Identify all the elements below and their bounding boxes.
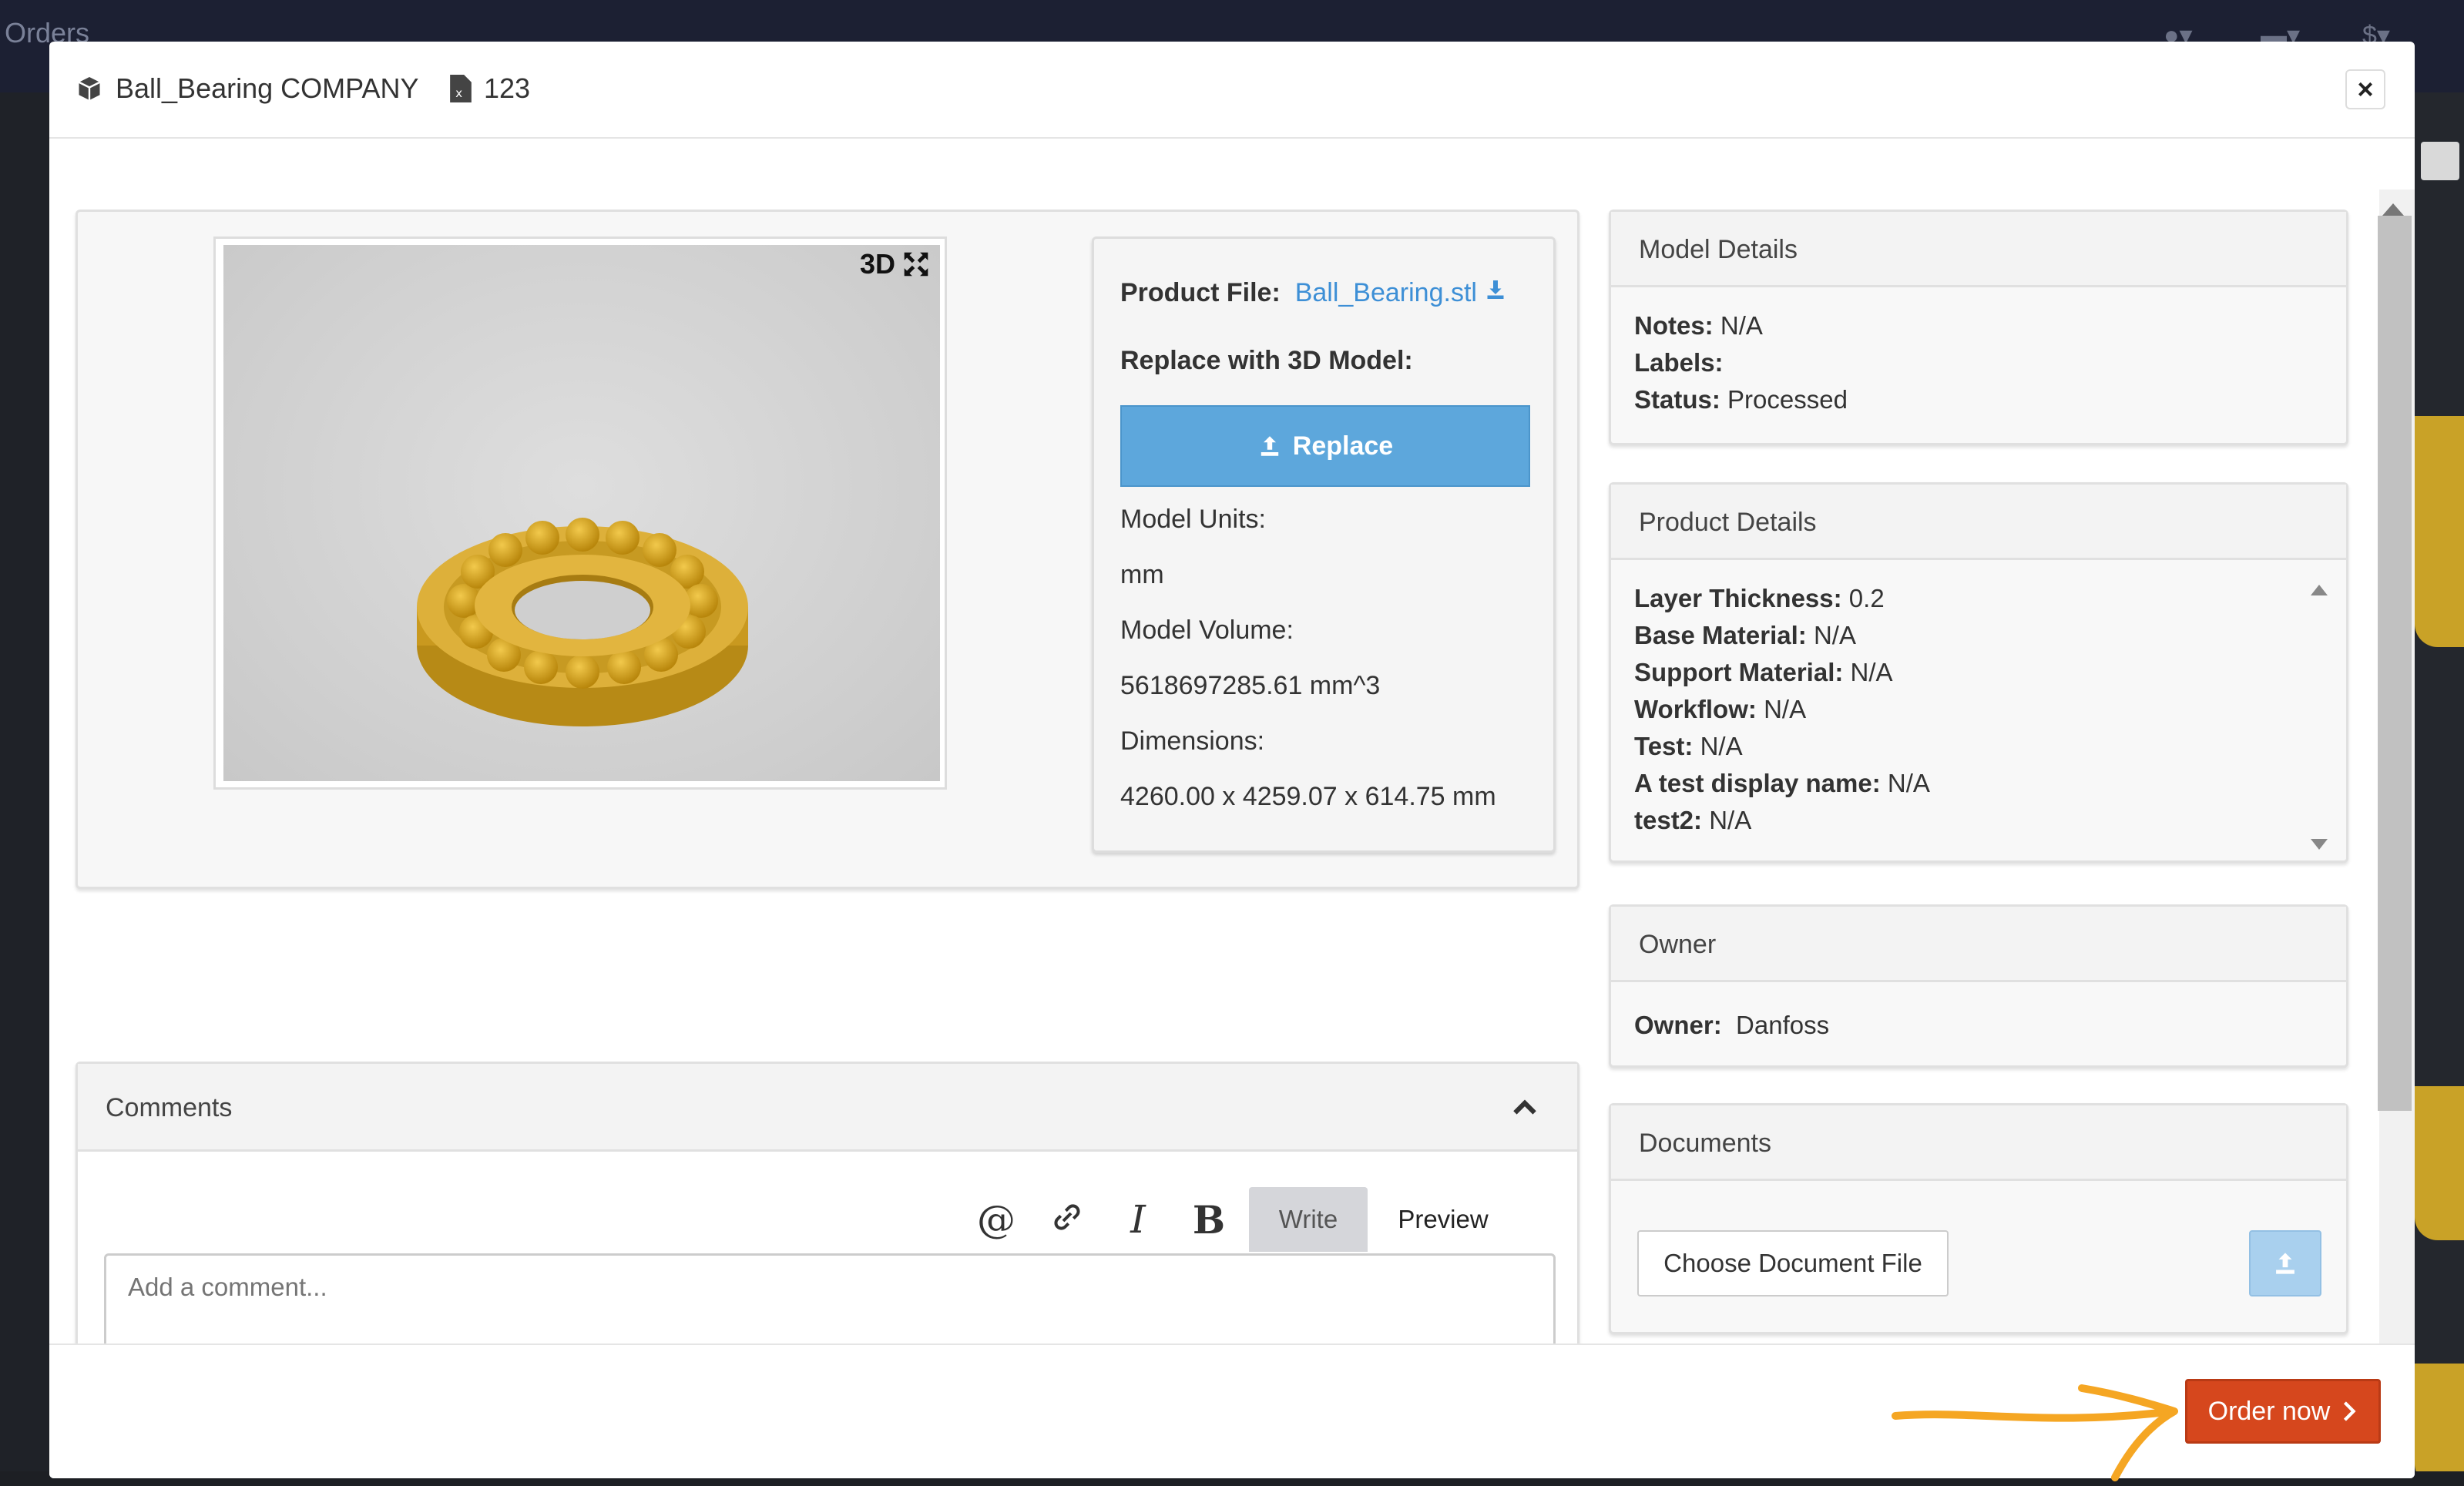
product-file-name[interactable]: Ball_Bearing.stl [1295, 278, 1477, 307]
replace-button[interactable]: Replace [1120, 405, 1530, 487]
owner-value: Danfoss [1736, 1011, 1830, 1039]
labels-row: Labels: [1634, 348, 1724, 377]
detail-row: test2: N/A [1634, 806, 1752, 834]
tab-write[interactable]: Write [1249, 1187, 1368, 1252]
modal-scrollbar-thumb[interactable] [2378, 216, 2412, 1111]
model-details-body: Notes: N/A Labels: Status: Processed [1634, 307, 2323, 418]
fullscreen-icon[interactable] [903, 251, 929, 277]
model-details-panel: Model Details Notes: N/A Labels: Status:… [1609, 210, 2348, 445]
chevron-up-icon[interactable] [1511, 1095, 1539, 1122]
download-icon[interactable] [1484, 278, 1507, 301]
tab-preview[interactable]: Preview [1368, 1187, 1519, 1252]
comments-panel: Comments @ I B Write Preview [76, 1062, 1579, 1347]
status-value: Processed [1727, 385, 1848, 414]
cube-icon [78, 77, 101, 100]
product-file-info: Product File: Ball_Bearing.stl Replace w… [1092, 236, 1556, 853]
product-file-link[interactable]: Ball_Bearing.stl [1287, 278, 1507, 307]
detail-row: A test display name: N/A [1634, 769, 1930, 797]
detail-row: Support Material: N/A [1634, 658, 1893, 686]
replace-button-label: Replace [1292, 431, 1394, 461]
modal-title: Ball_Bearing COMPANY [76, 72, 419, 105]
product-details-title: Product Details [1611, 485, 2346, 560]
bearing-model-render [417, 518, 748, 726]
detail-row: Test: N/A [1634, 732, 1743, 760]
background-content-right [2415, 92, 2464, 1486]
file-badge: x 123 [450, 72, 530, 105]
owner-title: Owner [1611, 907, 2346, 982]
product-details-body[interactable]: Layer Thickness: 0.2 Base Material: N/A … [1634, 580, 2323, 839]
owner-row: Owner: Danfoss [1634, 1011, 1830, 1039]
grid-view-icon [2421, 142, 2459, 180]
model-viewer[interactable]: 3D [213, 236, 947, 790]
upload-icon [1261, 436, 1278, 456]
chevron-right-icon [2344, 1401, 2356, 1421]
detail-row: Workflow: N/A [1634, 695, 1807, 723]
file-excel-icon: x [450, 75, 472, 102]
background-thumbnail [2415, 1364, 2464, 1486]
scroll-up-arrow[interactable] [2382, 203, 2404, 216]
scroll-down-arrow[interactable] [2311, 839, 2328, 850]
detail-row: Base Material: N/A [1634, 621, 1856, 649]
owner-body: Owner: Danfoss [1634, 1007, 2323, 1044]
upload-document-button[interactable] [2249, 1230, 2321, 1296]
viewer-panel: 3D Product File: Ball_Bearing.stl Replac… [76, 210, 1579, 889]
background-thumbnail [2415, 1086, 2464, 1240]
scroll-up-arrow[interactable] [2311, 585, 2328, 595]
modal-header: Ball_Bearing COMPANY x 123 × [49, 42, 2415, 139]
model-volume-value: 5618697285.61 mm^3 [1120, 671, 1381, 700]
link-icon[interactable] [1032, 1197, 1103, 1242]
upload-icon [2276, 1253, 2294, 1274]
documents-panel: Documents Choose Document File [1609, 1103, 2348, 1334]
comment-toolbar: @ I B Write Preview [961, 1187, 1519, 1252]
documents-title: Documents [1611, 1105, 2346, 1181]
order-now-label: Order now [2207, 1396, 2331, 1426]
notes-value: N/A [1720, 311, 1763, 340]
dimensions-value: 4260.00 x 4259.07 x 614.75 mm [1120, 782, 1496, 811]
annotation-arrow-icon [1892, 1384, 2178, 1481]
replace-label: Replace with 3D Model: [1120, 346, 1413, 375]
3d-mode-toggle[interactable]: 3D [860, 248, 895, 280]
viewer-toolbar: 3D [860, 248, 929, 280]
mention-icon[interactable]: @ [961, 1197, 1032, 1242]
background-sidebar [0, 92, 49, 1486]
italic-icon[interactable]: I [1103, 1197, 1173, 1242]
bold-icon[interactable]: B [1173, 1197, 1244, 1243]
modal-body: 3D Product File: Ball_Bearing.stl Replac… [49, 140, 2415, 1347]
close-button[interactable]: × [2345, 69, 2385, 109]
modal-title-text: Ball_Bearing COMPANY [116, 72, 419, 104]
model-viewer-canvas[interactable]: 3D [223, 245, 940, 781]
model-volume-label: Model Volume: [1120, 616, 1294, 645]
owner-panel: Owner Owner: Danfoss [1609, 904, 2348, 1068]
file-badge-text: 123 [484, 72, 531, 104]
detail-row: Layer Thickness: 0.2 [1634, 584, 1885, 612]
product-file-row: Product File: Ball_Bearing.stl [1120, 265, 1527, 320]
order-now-button[interactable]: Order now [2185, 1379, 2381, 1444]
notes-row: Notes: N/A [1634, 311, 1763, 340]
svg-text:x: x [455, 86, 462, 100]
status-row: Status: Processed [1634, 385, 1848, 414]
product-file-label: Product File: [1120, 278, 1281, 307]
choose-document-button[interactable]: Choose Document File [1637, 1230, 1949, 1296]
comments-header[interactable]: Comments [78, 1064, 1577, 1152]
product-details-panel: Product Details Layer Thickness: 0.2 Bas… [1609, 482, 2348, 863]
model-units-value: mm [1120, 560, 1164, 589]
comments-title: Comments [106, 1093, 233, 1122]
comment-input[interactable] [104, 1253, 1556, 1347]
dimensions-label: Dimensions: [1120, 726, 1265, 756]
model-details-title: Model Details [1611, 212, 2346, 287]
background-thumbnail [2415, 416, 2464, 647]
model-units-label: Model Units: [1120, 505, 1266, 534]
product-modal: Ball_Bearing COMPANY x 123 × 3D Product … [49, 42, 2415, 1478]
